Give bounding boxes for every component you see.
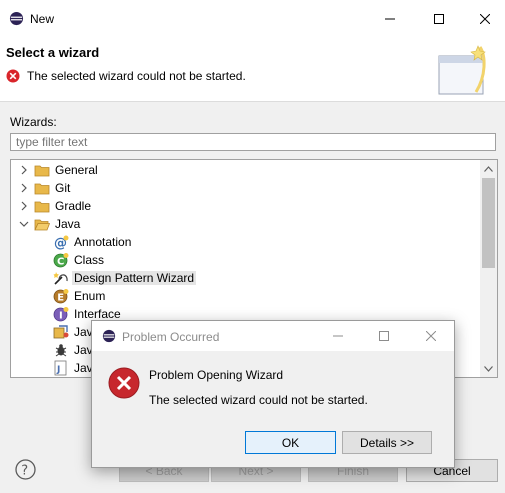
chevron-right-icon[interactable] bbox=[19, 165, 29, 175]
banner-message: The selected wizard could not be started… bbox=[27, 69, 246, 83]
details-button[interactable]: Details >> bbox=[342, 431, 432, 454]
close-icon bbox=[480, 14, 490, 24]
scroll-down-button[interactable] bbox=[480, 360, 497, 377]
tree-item-design-pattern-wizard[interactable]: Design Pattern Wizard bbox=[11, 269, 481, 287]
tree-item-class[interactable]: C Class bbox=[11, 251, 481, 269]
folder-icon bbox=[34, 165, 50, 177]
interface-icon: I bbox=[53, 307, 69, 322]
svg-text:E: E bbox=[57, 293, 64, 304]
folder-icon bbox=[34, 201, 50, 213]
title-bar: New bbox=[0, 0, 505, 38]
filter-input[interactable] bbox=[10, 133, 496, 151]
tree-item-label: Interface bbox=[74, 307, 121, 321]
window-title: New bbox=[30, 12, 55, 26]
chevron-right-icon[interactable] bbox=[19, 183, 29, 193]
dialog-minimize-button[interactable] bbox=[315, 321, 361, 351]
dialog-heading: Problem Opening Wizard bbox=[149, 368, 284, 382]
dialog-title-bar: Problem Occurred bbox=[92, 321, 454, 351]
enum-icon: E bbox=[53, 289, 69, 304]
tree-item-java[interactable]: Java bbox=[11, 215, 481, 233]
maximize-button[interactable] bbox=[416, 0, 462, 38]
dialog-message: The selected wizard could not be started… bbox=[149, 393, 368, 407]
tree-item-label: Enum bbox=[74, 289, 106, 303]
dialog-maximize-button[interactable] bbox=[361, 321, 407, 351]
error-icon bbox=[108, 367, 140, 399]
ok-button[interactable]: OK bbox=[245, 431, 336, 454]
maximize-icon bbox=[434, 14, 444, 24]
wizard-banner-icon bbox=[438, 45, 486, 95]
chevron-right-icon[interactable] bbox=[19, 201, 29, 211]
dialog-close-button[interactable] bbox=[408, 321, 454, 351]
chevron-down-icon bbox=[484, 365, 493, 372]
tree-item-label: Annotation bbox=[74, 235, 132, 249]
wizards-label: Wizards: bbox=[10, 115, 57, 129]
problem-dialog: Problem Occurred Problem Opening Wizard … bbox=[91, 320, 455, 468]
folder-icon bbox=[34, 183, 50, 195]
tree-item-annotation[interactable]: @ Annotation bbox=[11, 233, 481, 251]
error-icon bbox=[6, 69, 20, 83]
minimize-icon bbox=[385, 18, 395, 20]
chevron-up-icon bbox=[484, 165, 493, 172]
svg-text:?: ? bbox=[21, 464, 28, 479]
eclipse-icon bbox=[102, 329, 116, 343]
svg-text:J: J bbox=[56, 365, 60, 375]
maximize-icon bbox=[379, 331, 389, 341]
folder-open-icon bbox=[34, 219, 50, 231]
tree-item-general[interactable]: General bbox=[11, 161, 481, 179]
svg-text:I: I bbox=[59, 311, 63, 322]
tree-item-git[interactable]: Git bbox=[11, 179, 481, 197]
tree-scrollbar[interactable] bbox=[480, 160, 497, 377]
minimize-icon bbox=[333, 335, 343, 337]
wizard-banner: Select a wizard The selected wizard coul… bbox=[0, 38, 505, 102]
eclipse-icon bbox=[9, 11, 24, 26]
java-file-icon: J bbox=[54, 360, 67, 376]
close-button[interactable] bbox=[462, 0, 505, 38]
tree-item-label: Design Pattern Wizard bbox=[72, 271, 197, 285]
scroll-thumb[interactable] bbox=[482, 178, 495, 268]
scroll-up-button[interactable] bbox=[480, 160, 497, 177]
tree-item-label: General bbox=[55, 163, 98, 177]
java-bug-icon bbox=[55, 344, 67, 357]
minimize-button[interactable] bbox=[367, 0, 413, 38]
annotation-icon: @ bbox=[54, 235, 69, 250]
dialog-title: Problem Occurred bbox=[122, 330, 220, 344]
tree-item-label: Gradle bbox=[55, 199, 92, 213]
java-project-icon bbox=[53, 325, 69, 339]
tree-item-gradle[interactable]: Gradle bbox=[11, 197, 481, 215]
design-pattern-icon bbox=[53, 272, 68, 285]
chevron-down-icon[interactable] bbox=[19, 219, 29, 229]
tree-item-label: Class bbox=[74, 253, 105, 267]
class-icon: C bbox=[53, 253, 69, 268]
close-icon bbox=[426, 331, 436, 341]
dialog-body: Problem Opening Wizard The selected wiza… bbox=[92, 351, 454, 467]
tree-item-enum[interactable]: E Enum bbox=[11, 287, 481, 305]
banner-heading: Select a wizard bbox=[6, 45, 100, 60]
tree-item-label: Java bbox=[55, 217, 81, 231]
tree-item-label: Git bbox=[55, 181, 71, 195]
svg-text:C: C bbox=[57, 257, 64, 268]
help-icon[interactable]: ? bbox=[15, 459, 36, 480]
